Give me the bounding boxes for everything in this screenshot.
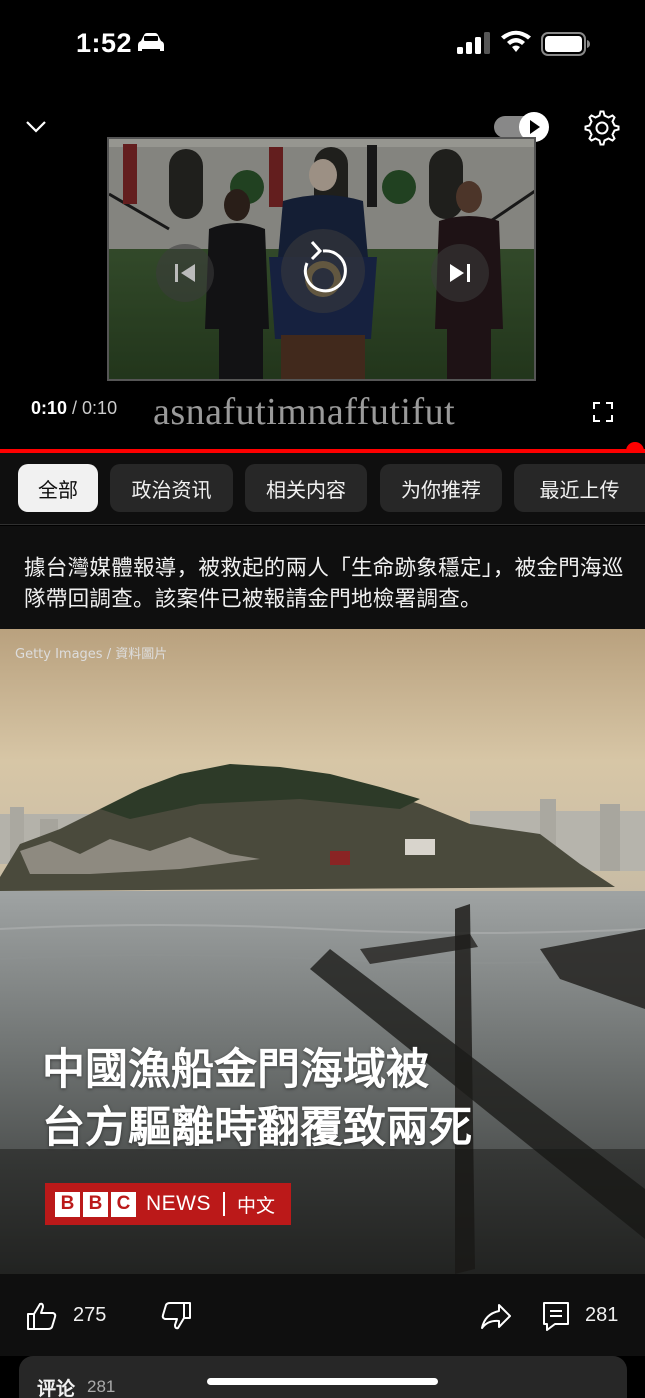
time-display: 0:10 / 0:10	[31, 398, 117, 419]
car-icon	[138, 33, 164, 51]
comment-count: 281	[585, 1304, 619, 1326]
fullscreen-icon[interactable]	[592, 401, 614, 423]
comments-panel[interactable]: 评论 281	[19, 1356, 627, 1398]
bbc-language: 中文	[237, 1194, 276, 1217]
news-image[interactable]: Getty Images / 資料圖片 中國漁船金門海域被 台方驅離時翻覆致兩死…	[0, 629, 645, 1274]
share-icon[interactable]	[480, 1302, 512, 1330]
chip-related[interactable]: 相关内容	[245, 464, 367, 512]
current-time: 0:10	[31, 398, 68, 418]
bbc-divider	[223, 1192, 225, 1216]
status-time: 1:52	[76, 28, 133, 58]
chip-recent[interactable]: 最近上传	[514, 464, 645, 512]
thumbs-up-icon[interactable]	[26, 1301, 58, 1331]
time-separator: /	[67, 398, 83, 418]
replay-button[interactable]	[281, 229, 365, 313]
bbc-news-text: NEWS	[146, 1192, 211, 1215]
gear-icon[interactable]	[584, 110, 620, 146]
chip-recommended[interactable]: 为你推荐	[380, 464, 502, 512]
thumbs-down-icon[interactable]	[160, 1301, 192, 1331]
headline-line-2: 台方驅離時翻覆致兩死	[42, 1103, 472, 1153]
image-headline: 中國漁船金門海域被 台方驅離時翻覆致兩死	[42, 1041, 472, 1157]
description-text: 據台灣媒體報導，被救起的兩人「生命跡象穩定」，被金門海巡隊帶回調查。該案件已被報…	[24, 556, 624, 612]
replay-icon	[303, 241, 347, 293]
wifi-icon	[501, 30, 531, 52]
battery-icon	[541, 32, 590, 56]
status-bar: 1:52	[0, 0, 645, 90]
headline-line-1: 中國漁船金門海域被	[42, 1045, 429, 1095]
bbc-letter: B	[83, 1191, 108, 1217]
chip-politics[interactable]: 政治资讯	[110, 464, 233, 512]
filter-chips: 全部 政治资讯 相关内容 为你推荐 最近上传	[0, 453, 645, 525]
skip-next-icon	[450, 264, 470, 282]
home-indicator[interactable]	[207, 1378, 438, 1385]
skip-previous-button[interactable]	[156, 244, 214, 302]
skip-next-button[interactable]	[431, 244, 489, 302]
description-panel: 據台灣媒體報導，被救起的兩人「生命跡象穩定」，被金門海巡隊帶回調查。該案件已被報…	[0, 526, 645, 629]
chevron-down-icon[interactable]	[22, 112, 50, 140]
chip-all[interactable]: 全部	[18, 464, 98, 512]
skip-previous-icon	[175, 264, 195, 282]
comments-panel-count: 281	[87, 1377, 116, 1396]
island-photo	[0, 629, 645, 1274]
cellular-signal-icon	[457, 32, 490, 54]
bbc-letter: C	[111, 1191, 136, 1217]
action-bar: 275 281	[0, 1274, 645, 1356]
video-player[interactable]: 0:10 / 0:10 asnafutimnaffutifut	[0, 90, 645, 450]
comments-label: 评论	[37, 1378, 76, 1398]
overlay-caption: asnafutimnaffutifut	[153, 391, 456, 433]
like-count: 275	[73, 1304, 107, 1326]
bbc-letter: B	[55, 1191, 80, 1217]
image-credit: Getty Images / 資料圖片	[15, 647, 168, 662]
comment-icon[interactable]	[541, 1300, 571, 1332]
duration: 0:10	[82, 398, 118, 418]
bbc-news-logo: B B C NEWS 中文	[45, 1183, 291, 1225]
